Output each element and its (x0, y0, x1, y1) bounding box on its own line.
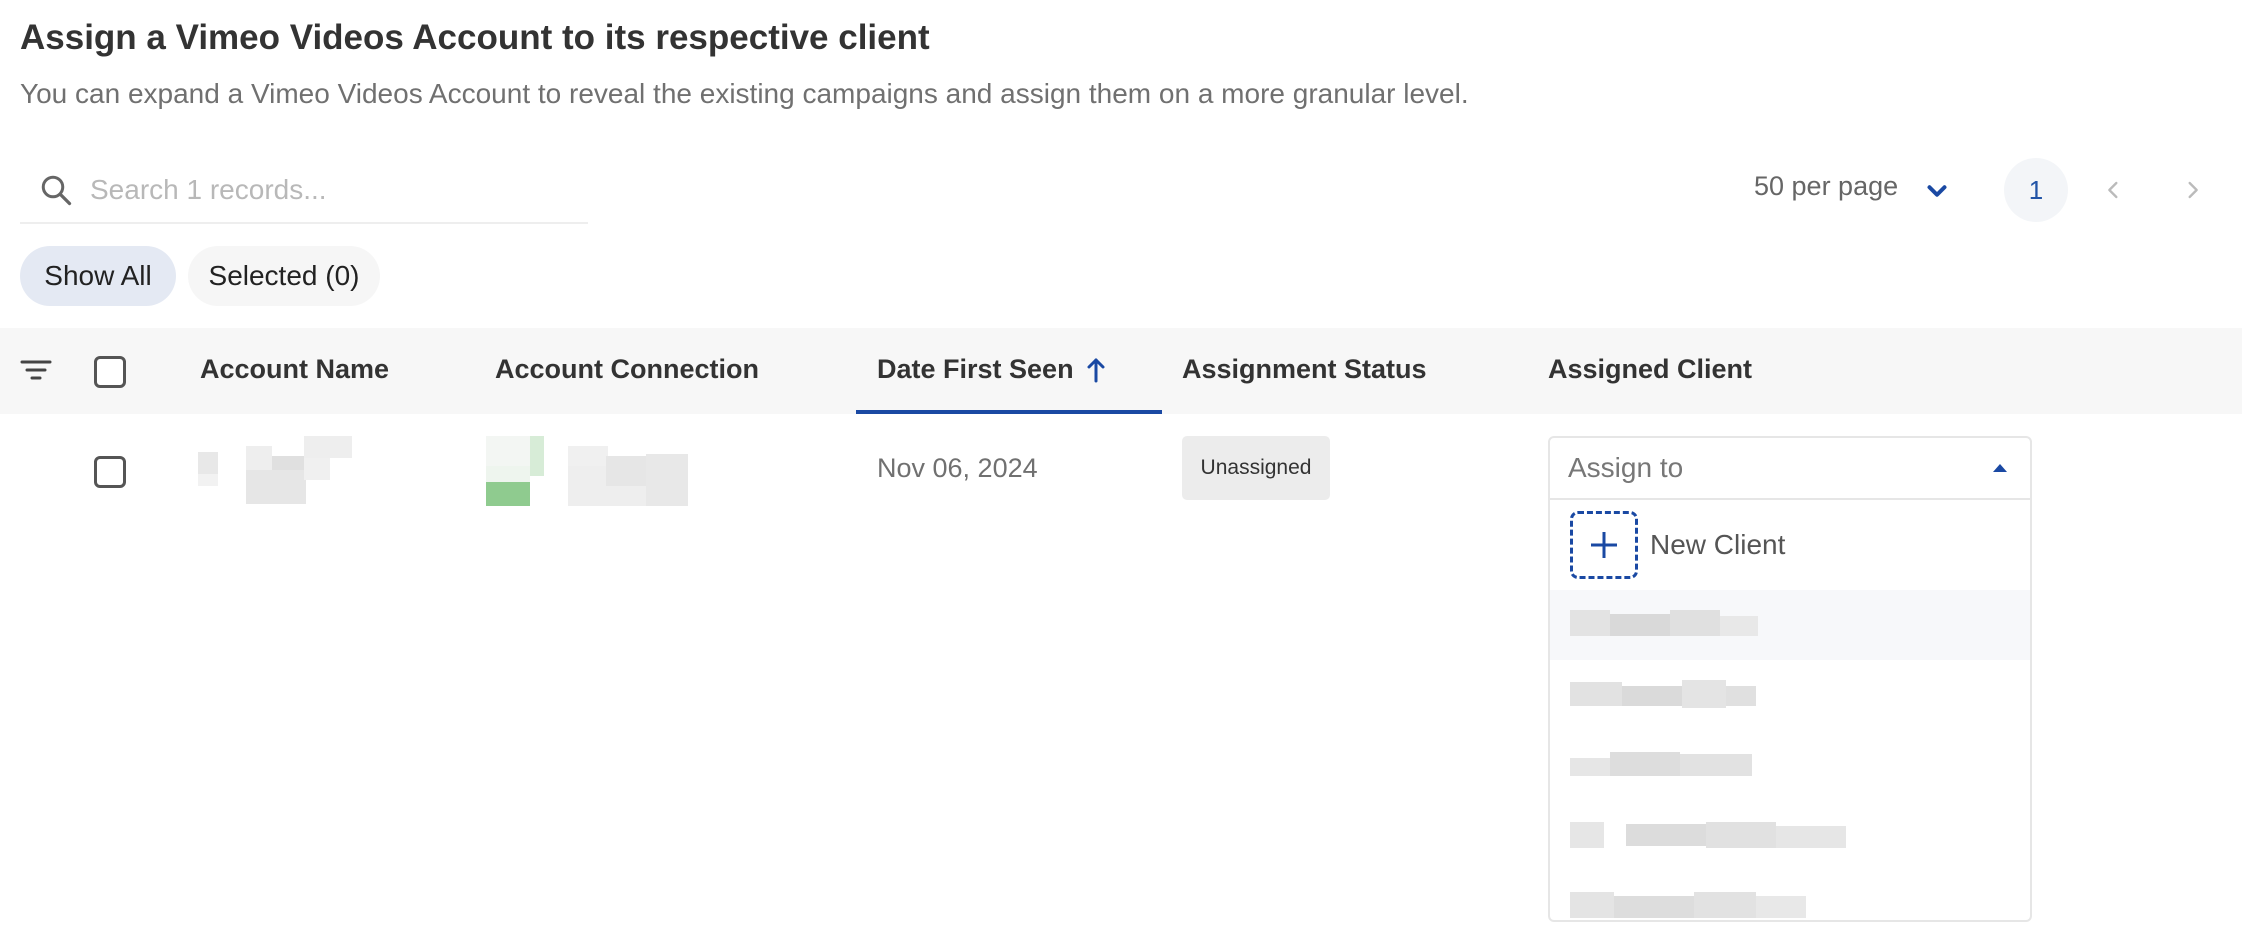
select-all-checkbox[interactable] (94, 356, 126, 388)
account-name-redacted (198, 436, 352, 504)
page-number-button[interactable]: 1 (2004, 158, 2068, 222)
client-option-redacted[interactable] (1550, 800, 2030, 870)
assign-client-dropdown[interactable]: Assign to New Client (1548, 436, 2032, 922)
account-connection-redacted (486, 436, 688, 506)
client-option-redacted[interactable] (1550, 590, 2030, 660)
new-client-label: New Client (1650, 529, 1786, 560)
page-title: Assign a Vimeo Videos Account to its res… (20, 18, 930, 57)
assign-to-select[interactable]: Assign to (1550, 438, 2030, 500)
caret-up-icon[interactable] (1992, 463, 2008, 473)
search-input[interactable] (90, 174, 550, 206)
date-first-seen-cell: Nov 06, 2024 (877, 453, 1038, 483)
column-header-account-name[interactable]: Account Name (200, 354, 389, 385)
column-header-assigned-client[interactable]: Assigned Client (1548, 354, 1752, 385)
sort-indicator (856, 410, 1162, 414)
selected-chip[interactable]: Selected (0) (188, 246, 380, 306)
chevron-right-icon[interactable] (2178, 176, 2206, 204)
show-all-chip[interactable]: Show All (20, 246, 176, 306)
page-subtitle: You can expand a Vimeo Videos Account to… (20, 78, 1469, 109)
plus-icon[interactable] (1570, 511, 1638, 579)
new-client-option[interactable]: New Client (1550, 500, 2030, 590)
status-badge: Unassigned (1182, 436, 1330, 500)
per-page-select[interactable]: 50 per page (1754, 171, 1898, 202)
assign-to-placeholder: Assign to (1568, 452, 1684, 483)
client-option-redacted[interactable] (1550, 660, 2030, 730)
client-option-redacted[interactable] (1550, 870, 2030, 920)
chevron-left-icon[interactable] (2100, 176, 2128, 204)
column-header-assignment-status[interactable]: Assignment Status (1182, 354, 1427, 385)
row-checkbox[interactable] (94, 456, 126, 488)
chevron-down-icon[interactable] (1922, 176, 1952, 206)
search-bar (20, 158, 588, 224)
filter-icon[interactable] (18, 356, 54, 384)
column-header-date-first-seen[interactable]: Date First Seen (877, 354, 1074, 385)
arrow-up-icon[interactable] (1084, 356, 1108, 384)
client-option-redacted[interactable] (1550, 730, 2030, 800)
column-header-account-connection[interactable]: Account Connection (495, 354, 759, 385)
search-icon (41, 175, 72, 206)
